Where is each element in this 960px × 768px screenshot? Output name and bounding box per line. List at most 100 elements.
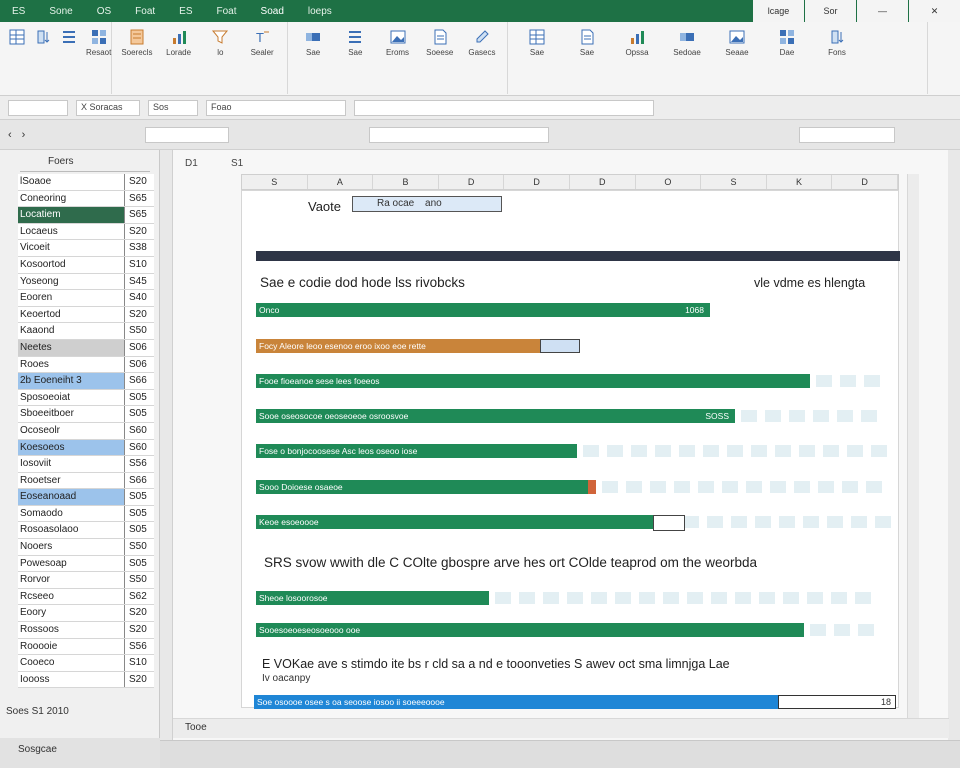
ribbon-button[interactable]: Sae xyxy=(338,28,372,58)
search-field[interactable] xyxy=(145,126,230,143)
column-header[interactable]: K xyxy=(767,175,833,189)
nav-back-icon[interactable]: ‹ xyxy=(8,129,12,141)
ribbon-button[interactable]: Gasecs xyxy=(465,28,499,58)
report-canvas[interactable]: Vaote Ra ocae ano Sae e codie dod hode l… xyxy=(241,190,900,711)
sheet-tab[interactable]: Sosgcae xyxy=(0,738,160,768)
field-list-item[interactable]: Somaodo S05 xyxy=(18,505,154,523)
minimize-button[interactable]: — xyxy=(856,0,908,22)
field-list-item[interactable]: Keoertod S20 xyxy=(18,306,154,324)
formula-input-wide[interactable] xyxy=(354,99,654,116)
ribbon-button[interactable]: Sae xyxy=(566,28,608,58)
field-list-item[interactable]: Locaeus S20 xyxy=(18,223,154,241)
field-list-item[interactable]: Sposoeoiat S05 xyxy=(18,389,154,407)
field-list-item[interactable]: Rooes S06 xyxy=(18,356,154,374)
vertical-scrollbar[interactable] xyxy=(907,174,919,724)
ribbon-button[interactable]: Fons xyxy=(816,28,858,58)
ribbon-button[interactable]: Soerecls xyxy=(120,28,154,58)
ribbon-button[interactable]: lo xyxy=(204,28,238,58)
field-list-item[interactable]: Ocoseolr S60 xyxy=(18,422,154,440)
bar-row[interactable]: Sheoe losoorosoe xyxy=(256,591,886,605)
bar-row[interactable]: Onco 1068 xyxy=(256,303,886,317)
bar-row[interactable]: Sooesoeoeseosoeooo ooe xyxy=(256,623,886,637)
bar-row[interactable]: Fooe fioeanoe sese lees foeeos xyxy=(256,374,886,388)
field-list-item[interactable]: Sboeeitboer S05 xyxy=(18,406,154,423)
bar-row[interactable]: Sooe oseosocoe oeoseoeoe osroosvoe SOSS xyxy=(256,409,886,423)
field-list-item[interactable]: Rcseeo S62 xyxy=(18,588,154,606)
name-box[interactable]: X Soracas xyxy=(76,99,140,116)
field-list-item[interactable]: Iosoviit S56 xyxy=(18,456,154,473)
field-list-item[interactable]: lSoaoe S20 xyxy=(18,174,154,191)
ribbon-button[interactable] xyxy=(34,28,52,49)
field-list-item[interactable]: Powesoap S05 xyxy=(18,555,154,573)
field-list-item[interactable]: Eoory S20 xyxy=(18,605,154,623)
ribbon-button[interactable]: T Sealer xyxy=(245,28,279,58)
ribbon-button[interactable]: Seaae xyxy=(716,28,758,58)
share-button[interactable]: Sor xyxy=(804,0,856,22)
ribbon-button[interactable]: Sae xyxy=(296,28,330,58)
horizontal-scrollbar[interactable]: Tooe xyxy=(173,718,949,738)
field-list-item[interactable]: Coneoring S65 xyxy=(18,190,154,208)
fx-box[interactable]: Sos xyxy=(148,99,198,116)
field-list-item[interactable]: Rorvor S50 xyxy=(18,572,154,589)
ribbon-tab[interactable]: ES xyxy=(0,6,37,17)
field-list-item[interactable]: Koesoeos S60 xyxy=(18,439,154,457)
field-list-item[interactable]: Yoseong S45 xyxy=(18,273,154,291)
ribbon-button[interactable]: Eroms xyxy=(380,28,414,58)
bar-row[interactable]: Focy Aleore leoo esenoo eroo ixoo eoe re… xyxy=(256,339,886,353)
ribbon-button[interactable]: Opssa xyxy=(616,28,658,58)
field-list-item[interactable]: 2b Eoeneiht 3 S66 xyxy=(18,373,154,390)
ribbon-tab[interactable]: OS xyxy=(85,6,123,17)
ribbon-button[interactable] xyxy=(8,28,26,49)
bar-row[interactable]: Fose o bonjocoosese Asc leos oseoo iose xyxy=(256,444,887,458)
summary-row[interactable]: Soe osoooe osee s oa seoose iosoo ii soe… xyxy=(242,695,900,711)
field-list-item[interactable]: Vicoeit S38 xyxy=(18,240,154,257)
account-button[interactable]: lcage xyxy=(752,0,804,22)
ribbon-button[interactable] xyxy=(60,28,78,49)
column-header[interactable]: O xyxy=(636,175,702,189)
ribbon-tab-active[interactable]: Soad xyxy=(249,6,296,17)
field-list-item[interactable]: Rooetser S66 xyxy=(18,472,154,490)
field-list-item[interactable]: Kaaond S50 xyxy=(18,323,154,340)
column-header[interactable]: S xyxy=(242,175,308,189)
ribbon-tab[interactable]: ES xyxy=(167,6,204,17)
field-list-item[interactable]: Ioooss S20 xyxy=(18,671,154,689)
ribbon-button[interactable]: Sedoae xyxy=(666,28,708,58)
field-list-item[interactable]: Rossoos S20 xyxy=(18,622,154,639)
column-header[interactable]: S xyxy=(701,175,767,189)
ribbon-button[interactable]: Lorade xyxy=(162,28,196,58)
ribbon-button[interactable]: Dae xyxy=(766,28,808,58)
field-list-item[interactable]: Cooeco S10 xyxy=(18,655,154,672)
field-list-item[interactable]: Eoseanoaad S05 xyxy=(18,489,154,506)
column-header[interactable]: D xyxy=(504,175,570,189)
field-list-item[interactable]: Neetes S06 xyxy=(18,339,154,357)
column-header[interactable]: D xyxy=(570,175,636,189)
bar-gridcell xyxy=(687,592,703,604)
column-header[interactable]: A xyxy=(308,175,374,189)
ribbon-tab[interactable]: Foat xyxy=(205,6,249,17)
field-list-item[interactable]: Rosoasolaoo S05 xyxy=(18,522,154,540)
zoom-field[interactable] xyxy=(799,126,896,143)
ribbon-button[interactable]: Sae xyxy=(516,28,558,58)
filter-field[interactable] xyxy=(369,126,550,143)
nav-forward-icon[interactable]: › xyxy=(22,129,26,141)
name-input-value: Ra ocae xyxy=(377,198,415,209)
ribbon-tab[interactable]: Foat xyxy=(123,6,167,17)
column-header[interactable]: D xyxy=(832,175,898,189)
column-header[interactable]: D xyxy=(439,175,505,189)
ribbon-button[interactable]: Resaot xyxy=(86,28,111,58)
column-header[interactable]: B xyxy=(373,175,439,189)
ribbon-tab[interactable]: loeps xyxy=(296,6,344,17)
quick-box[interactable] xyxy=(8,99,68,116)
ribbon-tab[interactable]: Sone xyxy=(37,6,84,17)
formula-input[interactable]: Foao xyxy=(206,99,346,116)
field-list-item[interactable]: Nooers S50 xyxy=(18,539,154,556)
ribbon-button[interactable]: Soeese xyxy=(423,28,457,58)
field-list-item[interactable]: Locatiem S65 xyxy=(18,207,154,224)
field-list-item[interactable]: Rooooie S56 xyxy=(18,638,154,656)
name-input[interactable]: Ra ocae ano xyxy=(352,196,502,212)
bar-row[interactable]: Keoe esoeoooe xyxy=(256,515,891,531)
field-list-item[interactable]: Kosoortod S10 xyxy=(18,256,154,274)
field-list-item[interactable]: Eooren S40 xyxy=(18,290,154,307)
close-button[interactable]: ✕ xyxy=(908,0,960,22)
bar-row[interactable]: Sooo Doioese osaeoe xyxy=(256,480,886,494)
